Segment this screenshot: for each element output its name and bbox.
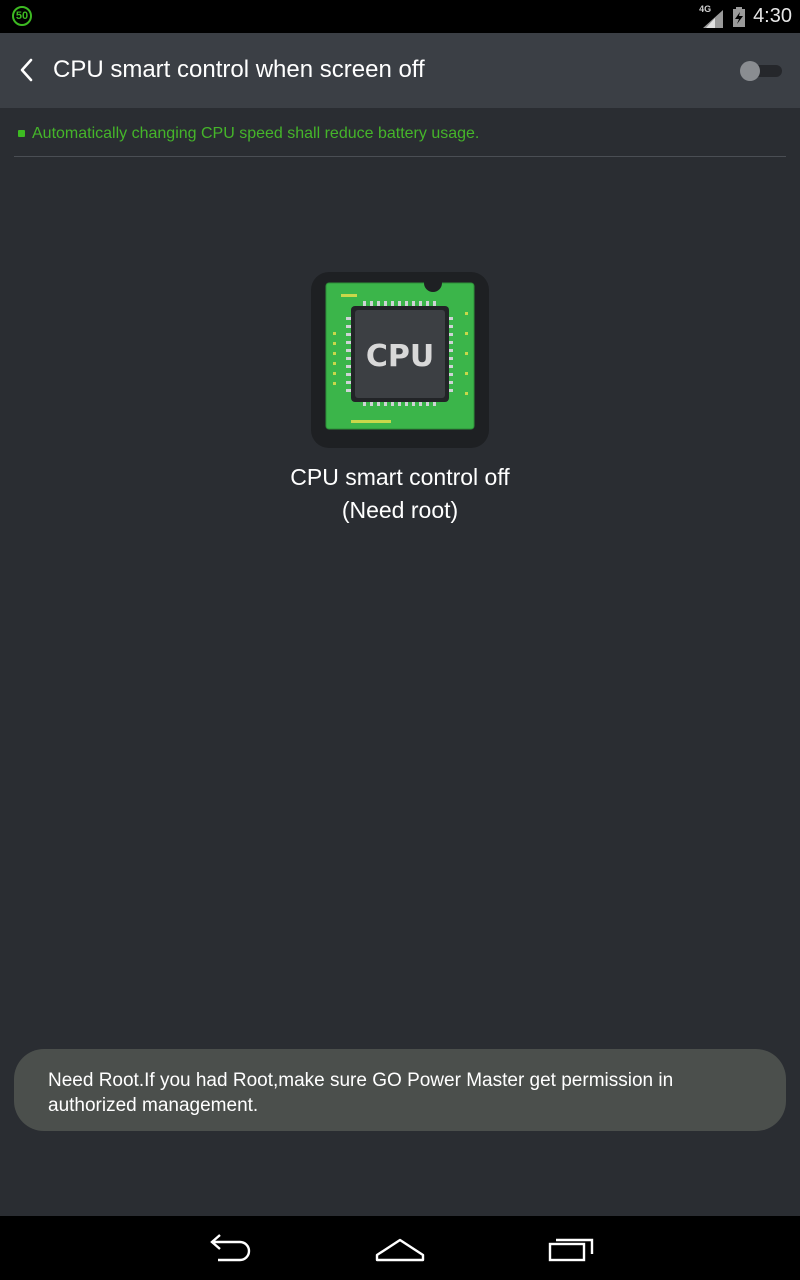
- notification-badge: 50: [12, 6, 32, 26]
- page-title: CPU smart control when screen off: [53, 56, 425, 83]
- toast-message: Need Root.If you had Root,make sure GO P…: [14, 1049, 786, 1131]
- recents-icon[interactable]: [540, 1230, 600, 1266]
- navigation-bar: [0, 1216, 800, 1280]
- battery-icon: [733, 6, 746, 27]
- toast-text: Need Root.If you had Root,make sure GO P…: [48, 1070, 674, 1116]
- screen: 50 4G 4:30 CPU smart control when screen…: [0, 0, 800, 1280]
- home-icon[interactable]: [370, 1230, 430, 1266]
- toggle-knob: [740, 61, 760, 81]
- divider: [14, 156, 786, 157]
- app-header: CPU smart control when screen off: [0, 33, 800, 108]
- bullet-icon: [18, 130, 25, 137]
- back-icon[interactable]: [200, 1230, 260, 1266]
- info-row: Automatically changing CPU speed shall r…: [14, 122, 786, 148]
- chevron-left-icon[interactable]: [16, 57, 40, 83]
- info-text: Automatically changing CPU speed shall r…: [32, 125, 480, 142]
- status-bar: 50 4G 4:30: [0, 0, 800, 33]
- feature-toggle[interactable]: [740, 61, 782, 81]
- cpu-chip-label: CPU: [366, 339, 434, 374]
- clock: 4:30: [753, 5, 792, 27]
- status-subtitle: (Need root): [341, 497, 459, 523]
- status-indicators: 4G 4:30: [699, 0, 792, 33]
- cpu-chip-icon: CPU: [311, 272, 489, 448]
- signal-icon: 4G: [699, 4, 724, 28]
- status-title: CPU smart control off: [290, 464, 510, 490]
